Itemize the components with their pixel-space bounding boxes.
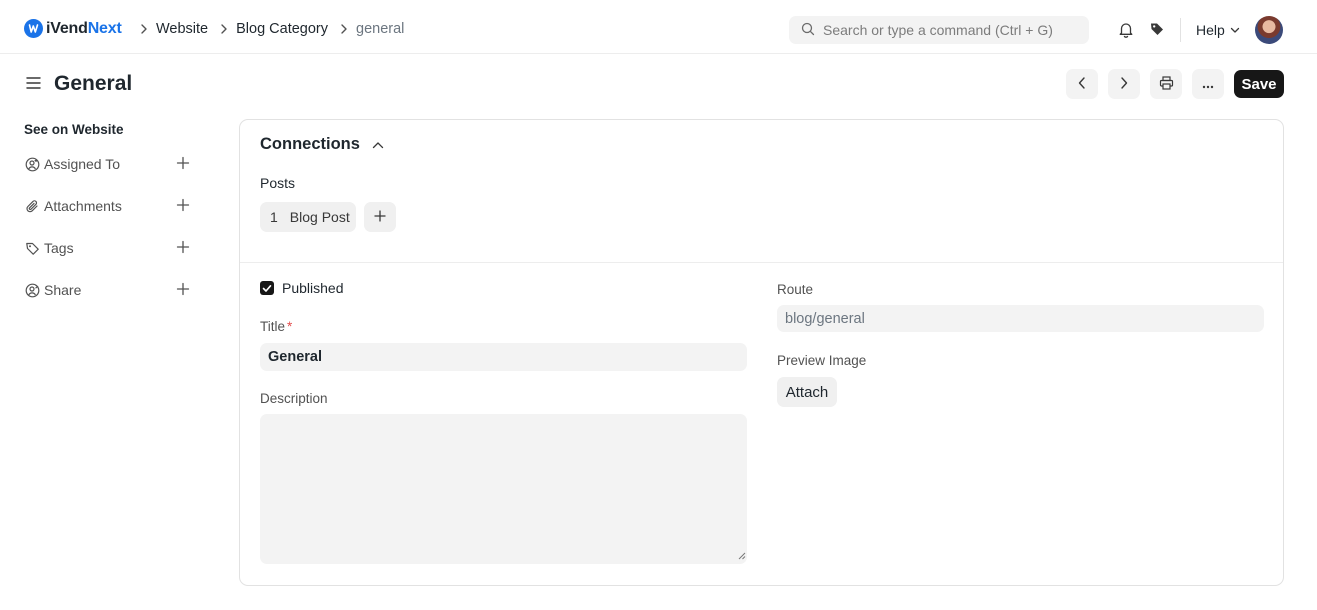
tag-icon[interactable] (1148, 20, 1166, 38)
chevron-down-icon (1230, 27, 1240, 34)
breadcrumb-current[interactable]: general (356, 21, 404, 37)
chevron-right-icon (340, 24, 348, 34)
see-on-website-link[interactable]: See on Website (24, 122, 194, 137)
preview-image-label: Preview Image (777, 353, 867, 368)
logo-mark-icon (24, 19, 43, 38)
chevron-right-icon (220, 24, 228, 34)
ellipsis-icon (1202, 76, 1214, 92)
blog-post-link[interactable]: 1 Blog Post (260, 202, 356, 232)
description-label: Description (260, 391, 328, 406)
attach-button[interactable]: Attach (777, 377, 837, 407)
resize-grip-icon[interactable] (738, 547, 746, 563)
sidebar-item-share[interactable]: Share (24, 280, 190, 300)
printer-icon (1159, 75, 1174, 93)
bell-icon[interactable] (1117, 20, 1135, 38)
connections-header[interactable]: Connections (260, 135, 384, 154)
chevron-left-icon (1078, 76, 1086, 92)
published-label: Published (282, 280, 344, 296)
sidebar-item-label: Attachments (44, 198, 122, 214)
print-button[interactable] (1150, 69, 1182, 99)
app-logo[interactable]: iVendNext (24, 19, 122, 38)
page-header: General Save (0, 54, 1317, 114)
breadcrumb-blog-category[interactable]: Blog Category (236, 21, 328, 37)
section-divider (240, 262, 1283, 263)
assign-user-icon (24, 156, 40, 172)
navbar-divider (1180, 18, 1181, 42)
breadcrumb-website[interactable]: Website (156, 21, 208, 37)
save-button[interactable]: Save (1234, 70, 1284, 98)
plus-icon[interactable] (176, 282, 190, 299)
search-input[interactable] (823, 22, 1083, 38)
help-menu[interactable]: Help (1196, 22, 1240, 38)
doc-count: 1 (270, 209, 278, 225)
navbar: iVendNext Website Blog Category general … (0, 0, 1317, 54)
next-doc-button[interactable] (1108, 69, 1140, 99)
route-field[interactable]: blog/general (777, 305, 1264, 332)
sidebar-item-label: Tags (44, 240, 74, 256)
connections-title: Connections (260, 135, 360, 153)
description-field[interactable] (260, 414, 747, 564)
more-actions-button[interactable] (1192, 69, 1224, 99)
sidebar-toggle-icon[interactable] (26, 76, 41, 93)
sidebar-item-tags[interactable]: Tags (24, 238, 190, 258)
plus-icon (374, 209, 386, 225)
route-label: Route (777, 282, 814, 297)
published-field[interactable]: Published (260, 280, 344, 296)
plus-icon[interactable] (176, 240, 190, 257)
avatar[interactable] (1255, 16, 1283, 44)
search-bar[interactable] (789, 16, 1089, 44)
search-icon (801, 22, 815, 39)
plus-icon[interactable] (176, 156, 190, 173)
chevron-right-icon (140, 24, 148, 34)
sidebar-item-label: Share (44, 282, 82, 298)
connection-group-label: Posts (260, 175, 296, 191)
sidebar-item-assigned-to[interactable]: Assigned To (24, 154, 190, 174)
chevron-up-icon[interactable] (372, 141, 384, 149)
title-field[interactable]: General (260, 343, 747, 371)
tag-icon (24, 240, 40, 256)
logo-accent: Next (87, 19, 122, 37)
doc-label: Blog Post (289, 209, 350, 225)
add-blog-post-button[interactable] (364, 202, 396, 232)
form-sidebar: See on Website (24, 120, 194, 137)
plus-icon[interactable] (176, 198, 190, 215)
sidebar-item-attachments[interactable]: Attachments (24, 196, 190, 216)
chevron-right-icon (1120, 76, 1128, 92)
share-user-icon (24, 282, 40, 298)
published-checkbox[interactable] (260, 281, 274, 295)
previous-doc-button[interactable] (1066, 69, 1098, 99)
page-title: General (54, 72, 133, 95)
logo-text: iVendNext (46, 20, 122, 38)
form-card: Connections Posts 1 Blog Post Published … (239, 119, 1284, 586)
sidebar-item-label: Assigned To (44, 156, 121, 172)
title-label-text: Title (260, 319, 286, 334)
breadcrumb: Website Blog Category general (138, 21, 414, 37)
title-label: Title * (260, 319, 292, 334)
paperclip-icon (24, 198, 40, 214)
logo-prefix: iVend (46, 19, 88, 37)
help-label: Help (1196, 22, 1225, 38)
required-mark: * (287, 319, 293, 334)
